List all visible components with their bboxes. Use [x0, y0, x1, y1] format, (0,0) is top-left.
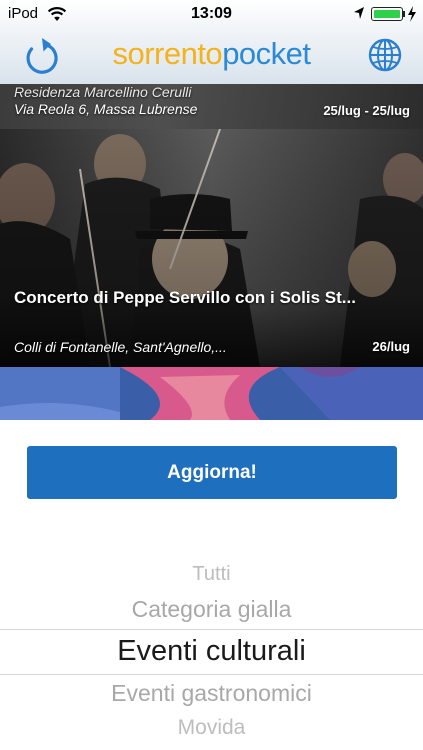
- app-header: iPod 13:09 sorrentopocket: [0, 0, 423, 84]
- event-date: 25/lug - 25/lug: [323, 103, 410, 118]
- logo-part-sorrento: sorrento: [112, 36, 223, 71]
- nav-bar: sorrentopocket: [0, 28, 423, 84]
- event-card[interactable]: Residenza Marcellino Cerulli Via Reola 6…: [0, 84, 423, 129]
- logo-part-pocket: pocket: [222, 36, 311, 71]
- picker-option[interactable]: Categoria gialla: [0, 596, 423, 623]
- picker-selection-top-line: [0, 629, 423, 630]
- location-arrow-icon: [354, 7, 364, 19]
- event-location: Via Reola 6, Massa Lubrense: [14, 101, 198, 117]
- picker-option[interactable]: Tutti: [0, 563, 423, 586]
- event-card[interactable]: Concerto di Peppe Servillo con i Solis S…: [0, 129, 423, 367]
- picker-selection-bottom-line: [0, 674, 423, 675]
- charging-bolt-icon: [408, 6, 416, 22]
- battery-tip: [403, 11, 405, 17]
- battery-icon: [371, 7, 403, 21]
- event-title: Residenza Marcellino Cerulli: [14, 84, 192, 100]
- picker-option[interactable]: Eventi gastronomici: [0, 680, 423, 707]
- picker-option[interactable]: Movida: [0, 716, 423, 740]
- globe-icon[interactable]: [367, 37, 403, 73]
- event-date: 26/lug: [372, 339, 410, 354]
- category-picker[interactable]: Tutti Categoria gialla Eventi culturali …: [0, 548, 423, 750]
- event-list[interactable]: Residenza Marcellino Cerulli Via Reola 6…: [0, 84, 423, 420]
- picker-option-selected[interactable]: Eventi culturali: [0, 635, 423, 668]
- event-title: Concerto di Peppe Servillo con i Solis S…: [14, 288, 356, 307]
- event-location: Colli di Fontanelle, Sant'Agnello,...: [14, 339, 227, 355]
- update-button[interactable]: Aggiorna!: [27, 446, 397, 499]
- event-photo: [0, 129, 423, 367]
- event-photo: [0, 367, 423, 420]
- battery-fill: [374, 10, 400, 18]
- event-card[interactable]: [0, 367, 423, 420]
- app-logo: sorrentopocket: [0, 38, 423, 70]
- status-bar: iPod 13:09: [0, 0, 423, 28]
- picker-option[interactable]: ...: [0, 746, 423, 750]
